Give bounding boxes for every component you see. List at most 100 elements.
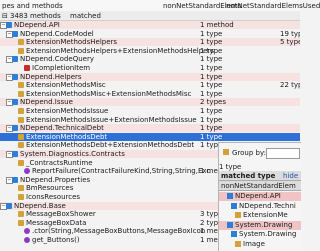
- tree-row-label: MessageBoxData: [26, 218, 87, 227]
- tree-row-label: BmResources: [26, 184, 74, 193]
- used-count: 22 type: [280, 81, 300, 90]
- tree-row[interactable]: ExtensionMethodsDebt 1 type: [0, 132, 300, 141]
- tree-row-label: ExtensionMethodsMisc+ExtensionMethodsMis…: [26, 89, 192, 98]
- tree-row[interactable]: ExtensionMethodsMisc+ExtensionMethodsMis…: [0, 90, 300, 98]
- tree-row-label: NDepend.API: [14, 21, 60, 29]
- tree-row-label: System.Diagnostics.Contracts: [20, 150, 125, 158]
- nonnetstandard-count: 1 type: [200, 89, 223, 98]
- nonnetstandard-count: 1 type: [200, 115, 223, 124]
- tree-row-label: NDepend.TechnicalDebt: [20, 124, 104, 133]
- tree-row-label: MessageBoxShower: [26, 210, 96, 219]
- class-icon: [18, 47, 24, 54]
- panel-tree-row[interactable]: NDepend.API: [219, 192, 301, 201]
- nonnetstandard-count: 1 type: [200, 38, 223, 47]
- nonnetstandard-count: 1 type: [200, 55, 223, 64]
- column-header-nonnetstandardelem[interactable]: nonNetStandardElem: [221, 182, 296, 190]
- tree-row[interactable]: − NDepend.API 1 method: [0, 21, 300, 29]
- panel-tree-row[interactable]: System.Drawing: [219, 220, 301, 230]
- tree-row[interactable]: ExtensionMethodsMisc 1 type 22 type: [0, 81, 300, 89]
- nonnetstandard-count: 1 type: [200, 29, 223, 38]
- tree-row-label: ExtensionMethodsDebt+ExtensionMethodsDeb…: [26, 141, 195, 150]
- tree-row-label: ExtensionMethodsHelpers+ExtensionMethods…: [26, 46, 214, 55]
- tree-row-label: ExtensionMethodsIssue: [26, 107, 109, 115]
- group-by-row: Group by:: [223, 147, 266, 159]
- class-icon: [18, 133, 24, 140]
- panel-tree-row[interactable]: NDepend.Techni: [219, 202, 301, 211]
- group-by-panel: Group by: 1 type matched type hide nonNe…: [218, 142, 301, 251]
- tree-row-label: NDepend.CodeQuery: [20, 55, 94, 64]
- tree-row-label: ExtensionMethodsIssue+ExtensionMethodsIs…: [26, 115, 197, 124]
- class-icon: [18, 211, 24, 218]
- column-header-types-methods[interactable]: pes and methods: [2, 2, 63, 10]
- key-icon: [223, 149, 229, 155]
- tree-row[interactable]: ExtensionMethodsIssue 1 type: [0, 107, 300, 115]
- class-icon: [18, 219, 24, 226]
- tree-row-label: _ContractsRuntime: [26, 158, 93, 167]
- namespace-icon: [227, 193, 233, 199]
- panel-tree-row[interactable]: ExtensionMe: [219, 211, 301, 220]
- nonnetstandard-count: 1 type: [200, 81, 223, 90]
- tree-row[interactable]: ICompletionItem 1 type: [0, 64, 300, 72]
- nonnetstandard-count: 1 type: [200, 107, 223, 115]
- class-icon: [18, 108, 24, 114]
- tree-row[interactable]: −NDepend.CodeModel1 type19 type: [0, 30, 300, 38]
- nonnetstandard-count: 1 type: [200, 46, 223, 55]
- panel-tree-row[interactable]: Image: [219, 240, 301, 249]
- tree-row-label: NDepend.Issue: [20, 98, 73, 107]
- nonnetstandard-count: 2 types: [200, 98, 226, 107]
- group-by-label: Group by:: [232, 149, 266, 157]
- tree-row-label: get_Buttons(): [32, 236, 80, 244]
- tree-row[interactable]: − NDepend.TechnicalDebt 1 type: [0, 124, 300, 133]
- tree-row[interactable]: ExtensionMethodsHelpers+ExtensionMethods…: [0, 47, 300, 55]
- nonnetstandard-count: 1 type: [200, 64, 223, 72]
- panel-header: matched type hide: [219, 171, 301, 181]
- panel-tree-label: ExtensionMe: [243, 211, 288, 219]
- panel-tree-label: System.Drawing: [235, 220, 293, 229]
- tree-row[interactable]: ExtensionMethodsHelpers 1 type 5 type: [0, 38, 300, 47]
- method-icon: [24, 168, 30, 175]
- panel-tree-label: NDepend.Techni: [239, 201, 296, 210]
- tree-row-label: NDepend.Helpers: [20, 72, 82, 81]
- column-header-notnetstandardelemsused[interactable]: notNetStandardElemsUsed: [226, 2, 320, 10]
- class-icon: [18, 90, 24, 97]
- interface-icon: [24, 65, 30, 71]
- hide-link[interactable]: hide: [283, 172, 298, 180]
- class-icon: [18, 142, 24, 149]
- tree-row-label: NDepend.Properties: [20, 175, 91, 184]
- namespace-icon: [231, 202, 237, 209]
- panel-tree-label: System.Drawing: [239, 230, 297, 238]
- tree-row-label: IconsResources: [26, 193, 81, 201]
- tree-row-label: NDepend.CodeModel: [20, 29, 94, 38]
- matched-label: matched: [70, 12, 101, 20]
- namespace-icon: [12, 176, 18, 183]
- class-icon: [18, 116, 24, 123]
- namespace-icon: [6, 202, 12, 209]
- tree-row[interactable]: ExtensionMethodsIssue+ExtensionMethodsIs…: [0, 116, 300, 124]
- tree-row-label: ICompletionItem: [32, 64, 91, 72]
- panel-subheader: nonNetStandardElem: [219, 181, 301, 191]
- namespace-icon: [227, 221, 233, 228]
- column-header-matched-type[interactable]: matched type: [221, 172, 275, 180]
- tree-row-label: ExtensionMethodsMisc: [26, 81, 106, 90]
- class-icon: [18, 82, 24, 89]
- collapse-icon[interactable]: ⊟: [2, 12, 8, 20]
- tree-row[interactable]: − NDepend.Helpers 1 type: [0, 72, 300, 81]
- tree-row[interactable]: − NDepend.CodeQuery 1 type: [0, 55, 300, 64]
- class-icon: [18, 194, 24, 200]
- nonnetstandard-count: 1 type: [200, 132, 223, 141]
- class-icon: [235, 212, 241, 218]
- class-icon: [18, 39, 24, 46]
- namespace-icon: [12, 30, 18, 37]
- tree-row-label: ExtensionMethodsHelpers: [26, 38, 118, 47]
- tree-row-label: ReportFailure(ContractFailureKind,String…: [32, 167, 211, 176]
- tree-row[interactable]: − NDepend.Issue 2 types: [0, 98, 300, 107]
- nonnetstandard-count: 1 type: [200, 124, 223, 133]
- class-icon: [18, 185, 24, 192]
- method-icon: [24, 228, 30, 235]
- panel-tree-row[interactable]: System.Drawing: [219, 230, 301, 239]
- result-count-bar: ⊟ 3483 methods matched: [0, 11, 300, 21]
- nonnetstandard-count: 1 method: [200, 21, 234, 29]
- class-icon: [18, 159, 24, 166]
- group-by-dropdown[interactable]: [266, 148, 300, 159]
- tree-row-label: ExtensionMethodsDebt: [26, 132, 108, 141]
